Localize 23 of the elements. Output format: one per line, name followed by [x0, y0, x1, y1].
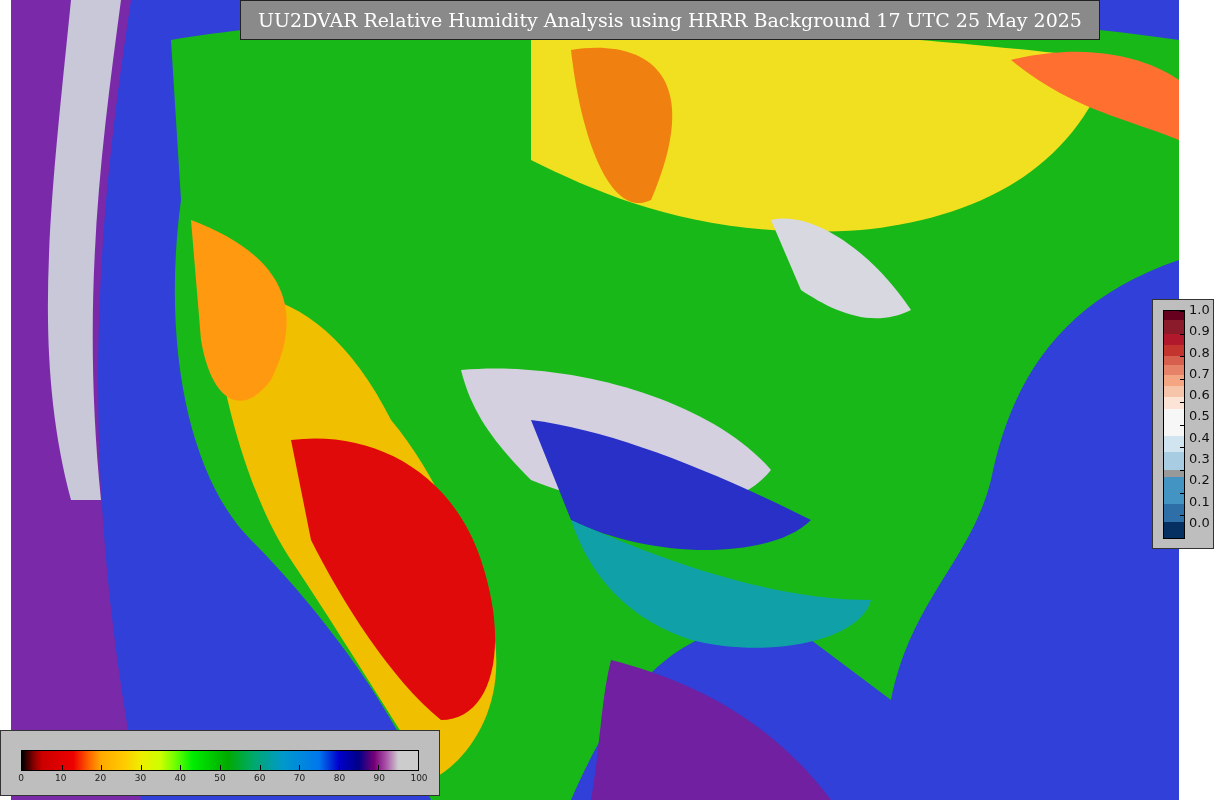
tick-label: 0.3	[1189, 451, 1210, 468]
tick-label: 0.9	[1189, 323, 1210, 340]
tick-label: 40	[174, 773, 186, 783]
tick-label: 20	[94, 773, 107, 783]
tick-label: 0.8	[1189, 344, 1210, 361]
tick-label: 0.1	[1189, 493, 1210, 510]
tick-label: 90	[373, 773, 385, 783]
tick-label: 0	[18, 773, 24, 783]
tick-label: 100	[410, 773, 428, 783]
tick-label: 0.4	[1189, 429, 1210, 446]
tick-label: 50	[214, 773, 226, 783]
tick-label: 0.5	[1189, 408, 1210, 425]
tick-label: 60	[254, 773, 266, 783]
tick-label: 0.2	[1189, 472, 1210, 489]
tick-label: 70	[293, 773, 306, 783]
tick-label: 0.0	[1189, 514, 1210, 531]
tick-label: 10	[55, 773, 67, 783]
tick-label: 1.0	[1189, 302, 1210, 318]
tick-label: 80	[333, 773, 346, 783]
map-title: UU2DVAR Relative Humidity Analysis using HRRR Background 17 UTC 25 May 2025	[240, 0, 1100, 40]
tick-label: 0.7	[1189, 365, 1210, 382]
tick-label: 30	[134, 773, 147, 783]
tick-label: 0.6	[1189, 387, 1210, 404]
